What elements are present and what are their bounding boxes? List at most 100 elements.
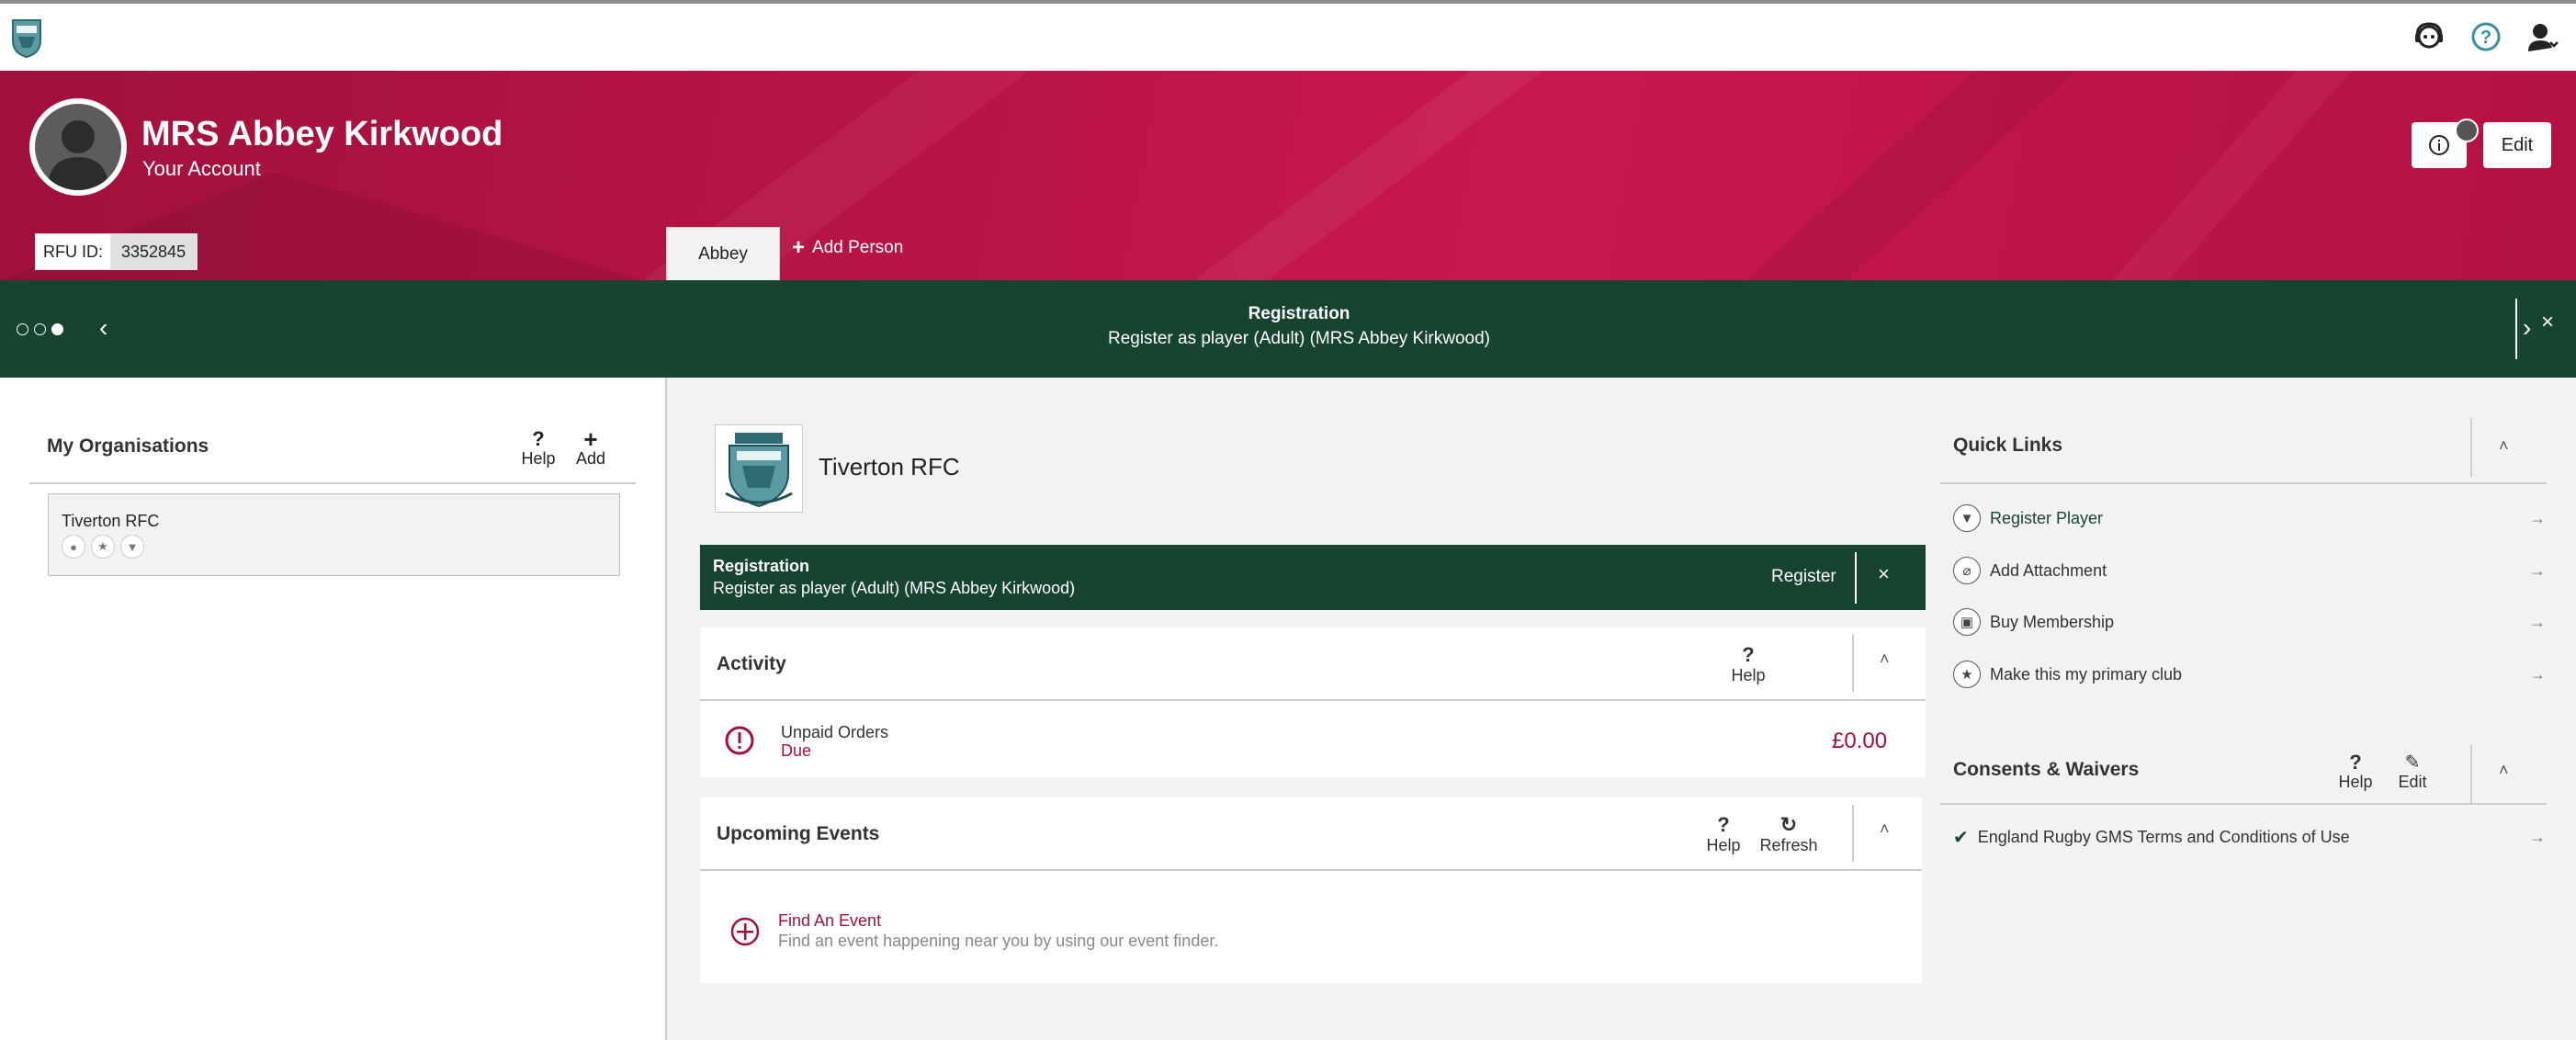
plus-icon: + <box>792 235 806 260</box>
refresh-button[interactable]: ↻ Refresh <box>1757 814 1821 855</box>
add-person-label: Add Person <box>812 238 904 257</box>
help-label: Help <box>521 449 556 468</box>
unpaid-orders-title[interactable]: Unpaid Orders <box>781 723 888 742</box>
arrow-right-icon: → <box>2529 508 2546 527</box>
arrow-right-icon: → <box>2529 664 2546 684</box>
help-button[interactable]: ? Help <box>520 429 557 469</box>
close-icon[interactable]: × <box>1878 562 1890 586</box>
add-person-button[interactable]: + Add Person <box>792 235 904 260</box>
banner-text[interactable]: Register as player (Adult) (MRS Abbey Ki… <box>0 329 2576 349</box>
question-icon: ? <box>2349 751 2362 774</box>
divider <box>2515 299 2517 359</box>
find-event-text: Find an event happening near you by usin… <box>778 932 1219 950</box>
help-label: Help <box>1731 666 1766 684</box>
consent-item[interactable]: ✔ England Rugby GMS Terms and Conditions… <box>1953 826 2546 849</box>
organisation-name: Tiverton RFC <box>62 512 160 530</box>
quick-link-primary-club[interactable]: ★ Make this my primary club → <box>1953 658 2546 691</box>
info-icon <box>2429 135 2449 155</box>
avatar[interactable] <box>29 98 127 196</box>
svg-text:?: ? <box>2480 28 2491 48</box>
organisation-card[interactable]: Tiverton RFC ● ★ ▼ <box>48 493 620 576</box>
add-circle-icon[interactable] <box>729 916 761 952</box>
divider <box>2470 745 2472 804</box>
shirt-icon: ▼ <box>120 535 144 559</box>
chevron-up-icon[interactable]: ˄ <box>1880 650 1890 669</box>
quick-link-add-attachment[interactable]: ⌀ Add Attachment → <box>1953 554 2546 587</box>
events-title: Upcoming Events <box>717 823 880 844</box>
help-button[interactable]: ? Help <box>1727 644 1769 685</box>
help-button[interactable]: ? Help <box>2335 752 2376 792</box>
user-menu-icon[interactable] <box>2526 20 2559 53</box>
support-agent-icon[interactable] <box>2412 20 2446 53</box>
question-icon: ? <box>1717 813 1730 836</box>
activity-title: Activity <box>717 653 786 674</box>
membership-card-icon: ▣ <box>1953 608 1981 636</box>
help-circle-icon[interactable]: ? <box>2469 20 2503 53</box>
find-event-link[interactable]: Find An Event <box>778 911 881 931</box>
top-bar: ? <box>0 0 2576 71</box>
unpaid-orders-status: Due <box>781 741 812 760</box>
edit-label: Edit <box>2398 773 2427 791</box>
help-button[interactable]: ? Help <box>1703 814 1744 855</box>
close-icon[interactable]: × <box>2534 310 2561 335</box>
quick-link-label: Make this my primary club <box>1990 664 2183 684</box>
divider <box>1852 805 1854 862</box>
divider <box>2470 418 2472 477</box>
edit-profile-button[interactable]: Edit <box>2483 122 2551 168</box>
quick-link-buy-membership[interactable]: ▣ Buy Membership → <box>1953 605 2546 639</box>
shirt-icon: ▼ <box>1953 504 1981 532</box>
person-icon: ● <box>62 535 85 559</box>
rfu-id-value: 3352845 <box>110 234 198 269</box>
question-icon: ? <box>532 427 545 450</box>
arrow-right-icon: → <box>2529 828 2546 846</box>
organisations-title: My Organisations <box>47 435 209 457</box>
quick-link-label: Register Player <box>1990 508 2104 527</box>
club-crest-logo[interactable] <box>11 17 42 59</box>
consents-title: Consents & Waivers <box>1953 759 2140 780</box>
add-label: Add <box>575 449 606 468</box>
pencil-icon: ✎ <box>2404 752 2421 773</box>
arrow-right-icon: → <box>2529 612 2546 631</box>
account-holder-name: MRS Abbey Kirkwood <box>141 115 503 153</box>
club-name: Tiverton RFC <box>819 453 960 480</box>
organisations-panel: My Organisations ? Help + Add Tiverton R… <box>0 378 667 1040</box>
divider <box>1852 635 1854 692</box>
status-dot <box>2455 119 2479 142</box>
registration-text: Register as player (Adult) (MRS Abbey Ki… <box>713 579 1076 597</box>
quick-links-title: Quick Links <box>1953 435 2063 456</box>
divider <box>1940 482 2547 484</box>
register-button[interactable]: Register <box>1771 567 1836 587</box>
help-label: Help <box>2338 773 2373 791</box>
edit-consents-button[interactable]: ✎ Edit <box>2394 752 2431 792</box>
activity-panel: Activity ? Help ˄ Unpaid Orders Due £0.0… <box>700 627 1926 777</box>
chevron-up-icon[interactable]: ˄ <box>2499 436 2509 456</box>
registration-title: Registration <box>713 557 810 575</box>
account-subtitle: Your Account <box>142 157 261 180</box>
upcoming-events-panel: Upcoming Events ? Help ↻ Refresh ˄ Find … <box>700 797 1922 983</box>
tab-abbey[interactable]: Abbey <box>666 227 780 280</box>
add-organisation-button[interactable]: + Add <box>573 427 608 469</box>
divider <box>700 699 1926 701</box>
club-crest <box>715 424 803 513</box>
refresh-icon: ↻ <box>1779 813 1798 836</box>
quick-link-register-player[interactable]: ▼ Register Player → <box>1953 502 2546 535</box>
profile-hero: MRS Abbey Kirkwood Your Account RFU ID: … <box>0 71 2576 280</box>
question-icon: ? <box>1742 643 1755 666</box>
notification-carousel: ‹ Registration Register as player (Adult… <box>0 280 2576 378</box>
arrow-right-icon: → <box>2529 560 2546 580</box>
banner-title: Registration <box>1248 304 1350 323</box>
divider <box>1940 803 2547 805</box>
rfu-id-badge: RFU ID: 3352845 <box>35 233 198 270</box>
unpaid-orders-amount: £0.00 <box>1832 729 1888 753</box>
rfu-id-label: RFU ID: <box>43 242 103 261</box>
chevron-up-icon[interactable]: ˄ <box>1880 820 1890 839</box>
chevron-right-icon[interactable]: › <box>2523 313 2531 343</box>
chevron-up-icon[interactable]: ˄ <box>2499 761 2509 780</box>
help-label: Help <box>1706 836 1741 854</box>
quick-link-label: Add Attachment <box>1990 560 2107 580</box>
divider <box>700 869 1922 871</box>
quick-link-label: Buy Membership <box>1990 612 2115 631</box>
star-icon: ★ <box>1953 661 1981 688</box>
divider <box>29 482 636 484</box>
star-icon: ★ <box>91 535 115 559</box>
